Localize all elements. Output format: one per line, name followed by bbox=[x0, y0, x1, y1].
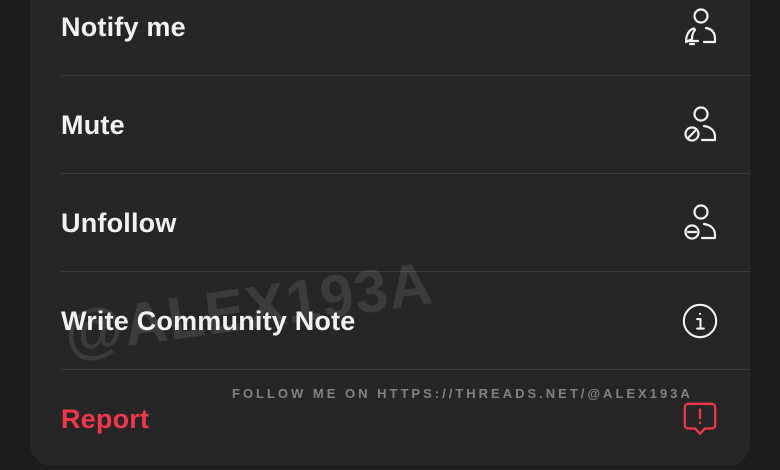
person-minus-icon bbox=[681, 203, 719, 243]
write-community-note-item[interactable]: Write Community Note bbox=[30, 272, 750, 370]
notify-me-item[interactable]: Notify me bbox=[30, 0, 750, 76]
person-mute-icon bbox=[681, 105, 719, 145]
mute-item[interactable]: Mute bbox=[30, 76, 750, 174]
report-label: Report bbox=[61, 403, 150, 434]
write-community-note-label: Write Community Note bbox=[61, 305, 356, 336]
report-alert-icon bbox=[681, 399, 719, 439]
person-bell-icon bbox=[681, 7, 719, 47]
mute-label: Mute bbox=[61, 109, 125, 140]
notify-me-label: Notify me bbox=[61, 11, 186, 42]
report-item[interactable]: Report bbox=[30, 370, 750, 468]
unfollow-item[interactable]: Unfollow bbox=[30, 174, 750, 272]
screen: Notify me Mute Unfollow Write Community … bbox=[0, 0, 780, 470]
unfollow-label: Unfollow bbox=[61, 207, 177, 238]
info-circle-icon bbox=[681, 301, 719, 341]
